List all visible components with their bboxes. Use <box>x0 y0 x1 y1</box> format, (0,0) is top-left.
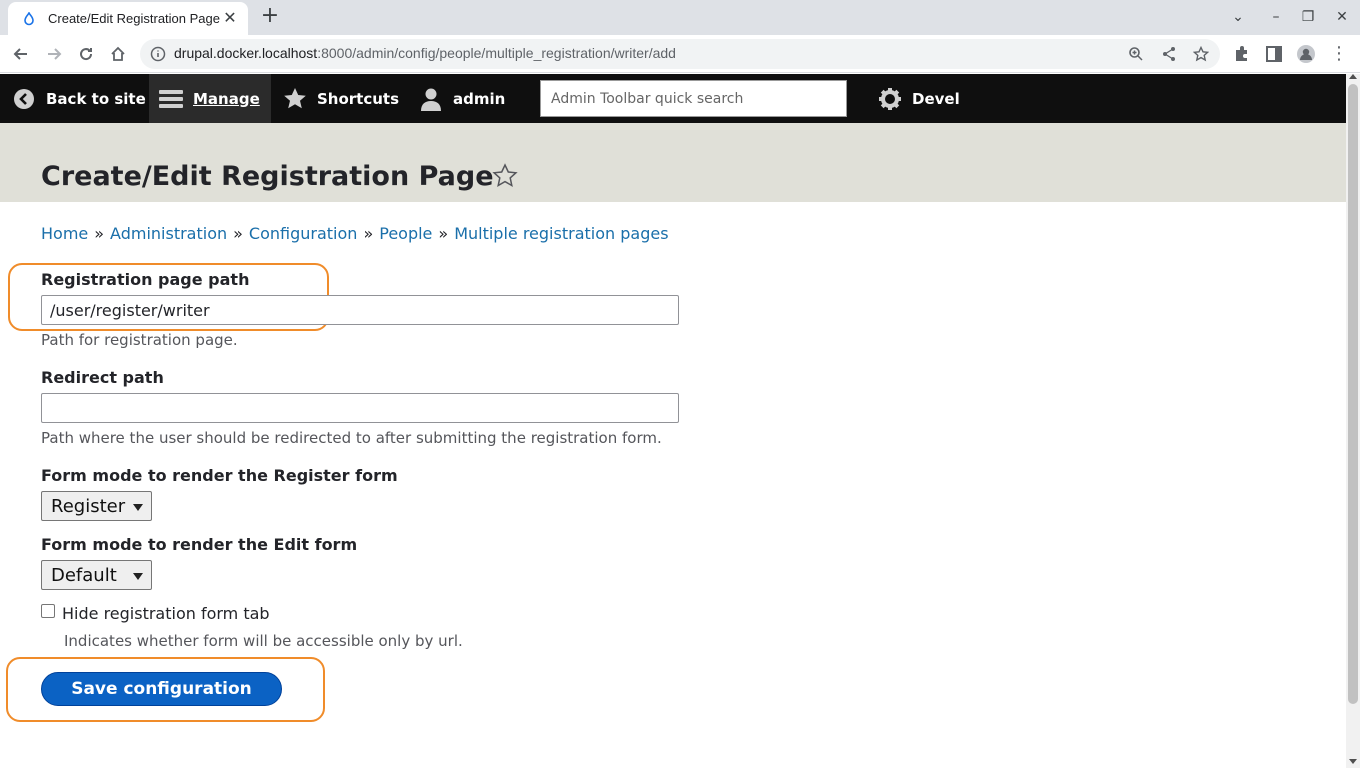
back-to-site-label: Back to site <box>46 89 146 108</box>
admin-toolbar-search-input[interactable] <box>540 80 847 117</box>
gear-icon <box>878 87 902 111</box>
browser-tab-strip: Create/Edit Registration Page ✕ + ⌄ – ❐ … <box>0 0 1360 35</box>
reload-icon[interactable] <box>75 43 97 65</box>
minimize-icon[interactable]: – <box>1266 7 1286 27</box>
hide-registration-tab-description: Indicates whether form will be accessibl… <box>64 632 463 650</box>
home-icon[interactable] <box>107 43 129 65</box>
tab-close-icon[interactable]: ✕ <box>222 10 238 26</box>
browser-address-bar: drupal.docker.localhost:8000/admin/confi… <box>0 35 1360 73</box>
breadcrumb-separator: » <box>438 224 449 243</box>
toolbar-user[interactable]: admin <box>419 74 505 123</box>
redirect-path-input[interactable] <box>41 393 679 423</box>
redirect-path-label: Redirect path <box>41 368 164 387</box>
edit-form-mode-select[interactable]: Default <box>41 560 152 590</box>
register-form-mode-value: Register <box>51 495 126 517</box>
breadcrumb-administration[interactable]: Administration <box>110 224 227 243</box>
registration-path-input[interactable] <box>41 295 679 325</box>
breadcrumb-separator: » <box>233 224 243 243</box>
browser-tab[interactable]: Create/Edit Registration Page ✕ <box>8 2 248 35</box>
save-configuration-button[interactable]: Save configuration <box>41 672 282 706</box>
page-title: Create/Edit Registration Page <box>41 161 494 192</box>
side-panel-icon[interactable] <box>1264 44 1284 64</box>
toolbar-back-to-site[interactable]: Back to site <box>12 74 146 123</box>
registration-path-description: Path for registration page. <box>41 331 238 349</box>
toolbar-devel[interactable]: Devel <box>878 74 960 123</box>
drupal-favicon-icon <box>22 11 36 26</box>
breadcrumb-separator: » <box>94 224 105 243</box>
breadcrumb-separator: » <box>363 224 374 243</box>
edit-form-mode-label: Form mode to render the Edit form <box>41 535 358 554</box>
breadcrumb-people[interactable]: People <box>379 224 432 243</box>
redirect-path-description: Path where the user should be redirected… <box>41 429 662 447</box>
extensions-puzzle-icon[interactable] <box>1232 44 1252 64</box>
tab-search-chevron-icon[interactable]: ⌄ <box>1228 7 1248 27</box>
edit-form-mode-value: Default <box>51 564 117 586</box>
shortcuts-label: Shortcuts <box>317 89 400 108</box>
share-icon[interactable] <box>1161 46 1177 62</box>
url-bar[interactable]: drupal.docker.localhost:8000/admin/confi… <box>140 39 1220 69</box>
tab-title: Create/Edit Registration Page <box>48 11 220 26</box>
back-circle-icon <box>12 87 36 111</box>
breadcrumb-home[interactable]: Home <box>41 224 88 243</box>
breadcrumb-multiple-registration-pages[interactable]: Multiple registration pages <box>454 224 668 243</box>
window-close-icon[interactable]: ✕ <box>1332 7 1352 27</box>
breadcrumb: Home » Administration » Configuration » People… <box>41 224 669 243</box>
bookmark-star-icon[interactable] <box>1193 46 1209 62</box>
profile-avatar-icon[interactable] <box>1296 44 1316 64</box>
register-form-mode-select[interactable]: Register <box>41 491 152 521</box>
zoom-icon[interactable] <box>1128 46 1144 62</box>
user-label: admin <box>453 89 506 108</box>
new-tab-icon[interactable]: + <box>260 5 280 27</box>
restore-icon[interactable]: ❐ <box>1298 7 1318 27</box>
user-icon <box>419 87 443 111</box>
registration-path-label: Registration page path <box>41 270 250 289</box>
breadcrumb-configuration[interactable]: Configuration <box>249 224 358 243</box>
page-header: Create/Edit Registration Page <box>0 123 1346 202</box>
dropdown-arrow-icon <box>133 573 143 580</box>
toolbar-manage[interactable]: Manage <box>149 74 271 123</box>
manage-label: Manage <box>193 89 260 108</box>
forward-arrow-icon[interactable] <box>43 43 65 65</box>
hide-registration-tab-checkbox[interactable] <box>41 604 55 618</box>
register-form-mode-label: Form mode to render the Register form <box>41 466 398 485</box>
hide-registration-tab-label[interactable]: Hide registration form tab <box>62 604 270 623</box>
back-arrow-icon[interactable] <box>10 43 32 65</box>
dropdown-arrow-icon <box>133 504 143 511</box>
scroll-thumb[interactable] <box>1348 84 1358 704</box>
site-info-icon[interactable] <box>150 46 166 62</box>
hamburger-menu-icon <box>159 87 183 111</box>
page-scrollbar[interactable] <box>1346 74 1360 768</box>
scroll-down-arrow-icon[interactable] <box>1349 759 1357 764</box>
admin-toolbar: Back to site Manage Shortcuts admin Deve… <box>0 74 1346 123</box>
devel-label: Devel <box>912 89 960 108</box>
url-text: drupal.docker.localhost:8000/admin/confi… <box>174 45 676 61</box>
star-icon <box>283 87 307 111</box>
scroll-up-arrow-icon[interactable] <box>1349 74 1357 79</box>
toolbar-shortcuts[interactable]: Shortcuts <box>283 74 399 123</box>
browser-menu-icon[interactable]: ⋮ <box>1330 44 1348 64</box>
add-shortcut-star-icon[interactable] <box>492 163 518 189</box>
